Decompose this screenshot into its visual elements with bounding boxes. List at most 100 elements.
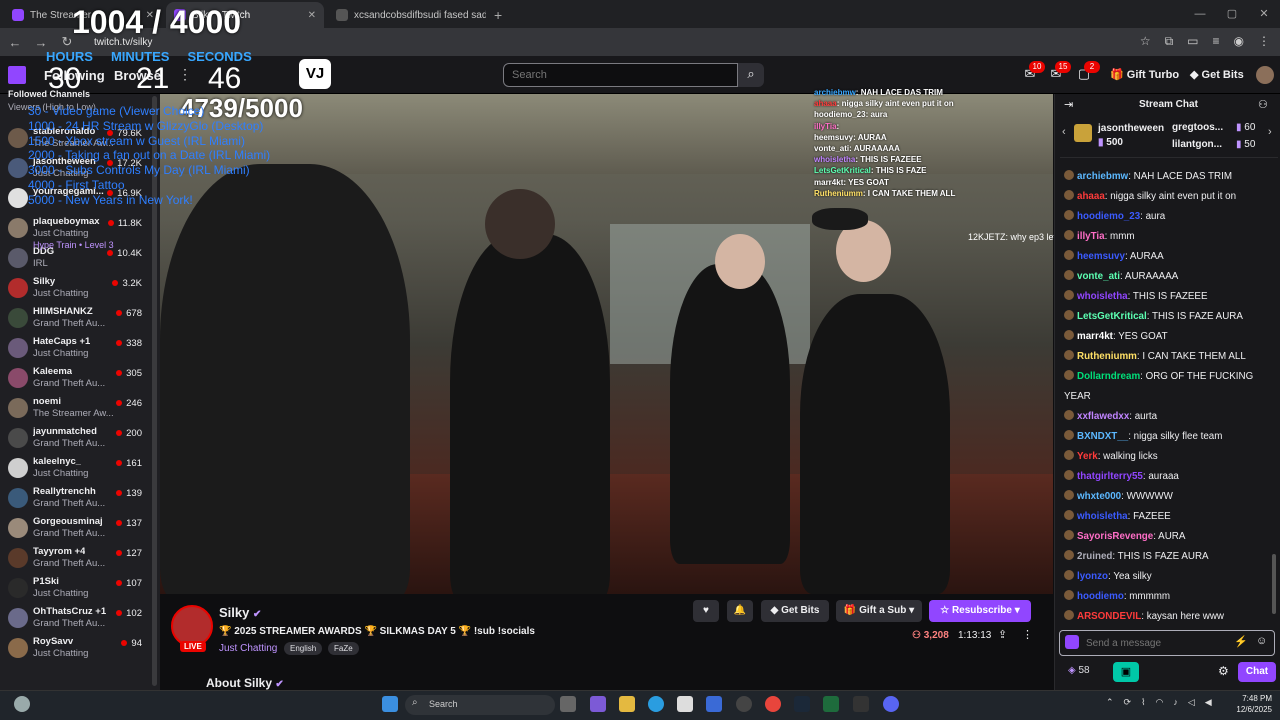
- more-options-icon[interactable]: ⋮: [1022, 628, 1033, 641]
- chat-username[interactable]: vonte_ati: [1077, 271, 1120, 282]
- sidebar-channel[interactable]: Tayyrom +4 Grand Theft Au... 127: [0, 544, 150, 574]
- get-bits-button[interactable]: ◆ Get Bits: [1190, 68, 1244, 81]
- speaker-icon[interactable]: ◀: [1205, 697, 1212, 708]
- sidebar-channel[interactable]: Gorgeousminaj Grand Theft Au... 137: [0, 514, 150, 544]
- chat-username[interactable]: xxflawedxx: [1077, 411, 1129, 422]
- taskbar-clock[interactable]: 7:48 PM 12/6/2025: [1236, 693, 1272, 715]
- sidebar-channel[interactable]: Reallytrenchh Grand Theft Au... 139: [0, 484, 150, 514]
- steam-icon[interactable]: [794, 696, 810, 712]
- chat-username[interactable]: BXNDXT__: [1077, 431, 1128, 442]
- sidebar-channel[interactable]: HIIMSHANKZ Grand Theft Au... 678: [0, 304, 150, 334]
- streamer-name[interactable]: Silky ✔: [219, 605, 261, 620]
- profile-icon[interactable]: ◉: [1234, 34, 1244, 49]
- mail-icon[interactable]: [706, 696, 722, 712]
- chat-username[interactable]: 2ruined: [1077, 551, 1112, 562]
- channel-points[interactable]: ◈ 58: [1068, 665, 1090, 676]
- close-tab-icon[interactable]: ✕: [308, 10, 316, 21]
- gift-turbo-button[interactable]: 🎁 Gift Turbo: [1110, 68, 1179, 81]
- edge-icon[interactable]: [648, 696, 664, 712]
- app-icon[interactable]: [853, 696, 869, 712]
- claim-bonus-button[interactable]: ▣: [1113, 662, 1139, 682]
- sidebar-channel[interactable]: HateCaps +1 Just Chatting 338: [0, 334, 150, 364]
- chevron-left-icon[interactable]: ‹: [1062, 126, 1066, 138]
- file-explorer-icon[interactable]: [619, 696, 635, 712]
- store-icon[interactable]: [677, 696, 693, 712]
- chrome-icon[interactable]: [765, 696, 781, 712]
- emote-picker-icon[interactable]: ☺: [1256, 635, 1267, 647]
- app-icon[interactable]: [736, 696, 752, 712]
- network-icon[interactable]: ⌇: [1141, 697, 1145, 708]
- sidebar-channel[interactable]: Silky Just Chatting 3.2K: [0, 274, 150, 304]
- gift-sub-button[interactable]: 🎁 Gift a Sub ▾: [836, 600, 922, 622]
- chat-settings-icon[interactable]: ⚙: [1218, 664, 1229, 678]
- close-window-icon[interactable]: ✕: [1248, 0, 1280, 28]
- chat-username[interactable]: hoodiemo_23: [1077, 211, 1140, 222]
- vj-extension-badge[interactable]: VJ: [299, 59, 331, 89]
- chat-username[interactable]: ahaaa: [1077, 191, 1105, 202]
- sidebar-channel[interactable]: P1Ski Just Chatting 107: [0, 574, 150, 604]
- follow-heart-icon[interactable]: ♥: [693, 600, 719, 622]
- sidebar-scrollbar[interactable]: [152, 96, 157, 686]
- chat-username[interactable]: whoisletha: [1077, 291, 1128, 302]
- chat-username[interactable]: whoisletha: [1077, 511, 1128, 522]
- chat-username[interactable]: heemsuvy: [1077, 251, 1125, 262]
- sidebar-channel[interactable]: jayunmatched Grand Theft Au... 200: [0, 424, 150, 454]
- sidebar-channel[interactable]: RoySavv Just Chatting 94: [0, 634, 150, 664]
- share-icon[interactable]: ⇪: [998, 628, 1007, 641]
- sidebar-channel[interactable]: noemi The Streamer Aw... 246: [0, 394, 150, 424]
- chat-send-button[interactable]: Chat: [1238, 662, 1276, 682]
- windows-start-icon[interactable]: [382, 696, 398, 712]
- task-view-icon[interactable]: [560, 696, 576, 712]
- chat-badge-icon[interactable]: [1065, 635, 1079, 649]
- split-view-icon[interactable]: ▭: [1187, 34, 1198, 49]
- browser-tab[interactable]: xcsandcobsdifbsudi fased sad...✕: [328, 2, 486, 28]
- back-icon[interactable]: ←: [8, 35, 22, 50]
- chat-username[interactable]: marr4kt: [1077, 331, 1113, 342]
- wifi-icon[interactable]: ◠: [1156, 697, 1164, 708]
- chat-username[interactable]: lyonzo: [1077, 571, 1108, 582]
- chat-username[interactable]: SayorisRevenge: [1077, 531, 1153, 542]
- new-tab-button[interactable]: +: [494, 2, 502, 28]
- search-input[interactable]: [503, 63, 738, 87]
- chat-username[interactable]: Dollarndream: [1077, 371, 1140, 382]
- mic-icon[interactable]: ♪: [1173, 697, 1178, 708]
- chat-username[interactable]: Yerk: [1077, 451, 1098, 462]
- sync-icon[interactable]: ⟳: [1124, 697, 1132, 708]
- volume-icon[interactable]: ◁: [1188, 697, 1195, 708]
- forward-icon[interactable]: →: [34, 35, 48, 50]
- twitch-logo-icon[interactable]: [8, 66, 26, 84]
- weather-icon[interactable]: [14, 696, 30, 712]
- bits-cheer-icon[interactable]: ⚡: [1234, 635, 1248, 648]
- sidebar-channel[interactable]: OhThatsCruz +1 Grand Theft Au... 102: [0, 604, 150, 634]
- menu-list-icon[interactable]: ≡: [1213, 34, 1220, 49]
- get-bits-button[interactable]: ◆ Get Bits: [761, 600, 829, 622]
- excel-icon[interactable]: [823, 696, 839, 712]
- chat-username[interactable]: thatgirlterry55: [1077, 471, 1143, 482]
- tag-english[interactable]: English: [284, 642, 323, 655]
- chat-username[interactable]: whxte000: [1077, 491, 1121, 502]
- discord-icon[interactable]: [883, 696, 899, 712]
- chat-username[interactable]: illyTia: [1077, 231, 1105, 242]
- stream-category[interactable]: Just Chatting: [219, 643, 277, 654]
- resubscribe-button[interactable]: ☆ Resubscribe ▾: [929, 600, 1031, 622]
- minimize-icon[interactable]: —: [1184, 0, 1216, 28]
- tag-faze[interactable]: FaZe: [328, 642, 359, 655]
- chat-username[interactable]: ARSONDEVIL: [1077, 611, 1141, 622]
- more-options-icon[interactable]: ⋮: [178, 66, 192, 83]
- maximize-icon[interactable]: ▢: [1216, 0, 1248, 28]
- taskbar-search[interactable]: Search: [405, 695, 555, 715]
- chevron-up-icon[interactable]: ⌃: [1106, 697, 1114, 708]
- extensions-icon[interactable]: ⧉: [1165, 34, 1174, 49]
- chat-username[interactable]: LetsGetKritical: [1077, 311, 1147, 322]
- chat-scrollbar[interactable]: [1272, 554, 1276, 614]
- chat-username[interactable]: archiebmw: [1077, 171, 1128, 182]
- chevron-right-icon[interactable]: ›: [1268, 126, 1272, 138]
- copilot-icon[interactable]: [590, 696, 606, 712]
- community-icon[interactable]: ⚇: [1258, 98, 1268, 111]
- chat-username[interactable]: Rutheniumm: [1077, 351, 1137, 362]
- sidebar-channel[interactable]: kaleelnyc_ Just Chatting 161: [0, 454, 150, 484]
- browser-menu-icon[interactable]: ⋮: [1258, 34, 1270, 49]
- sidebar-channel[interactable]: Kaleema Grand Theft Au... 305: [0, 364, 150, 394]
- user-avatar[interactable]: [1256, 66, 1274, 84]
- chat-username[interactable]: hoodiemo: [1077, 591, 1124, 602]
